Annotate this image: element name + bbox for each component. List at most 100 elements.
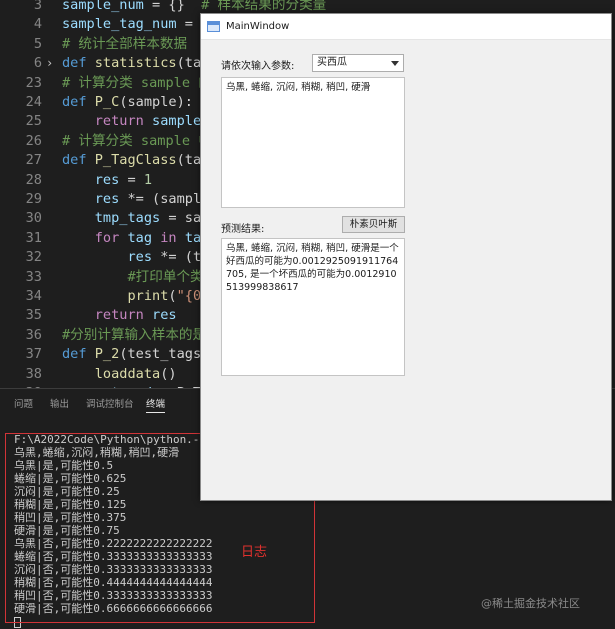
code-token: P_C: [94, 94, 120, 110]
result-label: 预测结果:: [221, 224, 265, 235]
line-number: 35: [25, 307, 42, 324]
code-token: return: [94, 113, 153, 130]
combobox-value: 买西瓜: [317, 57, 347, 68]
tab-output[interactable]: 输出: [50, 396, 69, 410]
code-token: tmp_tags: [94, 210, 161, 227]
main-window: MainWindow 请依次输入参数: 买西瓜 乌黑, 蜷缩, 沉闷, 稍糊, …: [200, 13, 612, 501]
code-text: # 计算分类 sample 的: [62, 74, 212, 93]
chevron-right-icon[interactable]: ›: [46, 54, 53, 73]
screenshot-root: 3 sample_num = {} # 样本结果的分类量 4 sample_tag_n…: [0, 0, 615, 629]
input-label: 请依次输入参数:: [221, 61, 295, 72]
code-token: (: [168, 288, 177, 304]
code-token: return: [94, 307, 153, 324]
code-token: (sample):: [119, 94, 193, 110]
line-number: 3: [33, 0, 42, 13]
line-number: 24: [25, 94, 42, 110]
code-token: # 统计全部样本数据: [62, 35, 188, 52]
code-text: def P_2(test_tags): [62, 345, 209, 364]
code-token: P_TagClass: [94, 152, 177, 169]
code-token: = {}: [143, 0, 202, 13]
line-number: 33: [25, 268, 42, 285]
code-token: def: [62, 55, 95, 72]
line-number: 38: [25, 365, 42, 382]
code-token: sample_tag_num: [62, 16, 177, 33]
code-text: print("{0}: [62, 287, 209, 306]
code-text: for tag in tag: [62, 229, 210, 248]
code-text: res *= (sample: [62, 190, 210, 209]
code-text: res *= (tm: [62, 248, 209, 267]
code-text: return res: [62, 306, 177, 325]
line-number: 6: [33, 55, 42, 72]
code-token: # 计算分类 sample 的: [62, 74, 212, 91]
watermark: @稀土掘金技术社区: [481, 597, 580, 610]
code-token: res: [94, 171, 120, 188]
code-token: print: [127, 288, 169, 304]
window-title: MainWindow: [226, 21, 290, 32]
line-number: 25: [25, 113, 42, 130]
code-token: def: [62, 94, 95, 110]
code-token: =: [119, 171, 144, 188]
line-number: 28: [25, 171, 42, 188]
code-token: loaddata: [94, 365, 161, 382]
naive-bayes-button[interactable]: 朴素贝叶斯: [342, 216, 405, 233]
line-number: 5: [33, 35, 42, 52]
code-text: #分别计算输入样本的是: [62, 326, 206, 345]
code-token: def: [62, 346, 95, 363]
code-token: sample_num: [62, 0, 144, 13]
code-text: #打印单个类: [62, 268, 204, 287]
code-token: #打印单个类: [127, 268, 204, 285]
code-text: return sample_: [62, 112, 210, 131]
code-token: in: [152, 229, 185, 246]
tab-terminal[interactable]: 终端: [146, 396, 166, 413]
code-text: # 统计全部样本数据: [62, 35, 187, 54]
line-number: 31: [25, 229, 42, 246]
code-text: def P_C(sample):: [62, 93, 193, 112]
line-number: 32: [25, 249, 42, 266]
code-token: #分别计算输入样本的是: [62, 326, 207, 343]
line-number: 4: [33, 16, 42, 33]
code-text: sample_tag_num = {: [62, 15, 209, 34]
code-text: loaddata(): [62, 365, 177, 384]
line-number: 37: [25, 346, 42, 363]
code-token: res: [127, 249, 153, 266]
line-number: 26: [25, 132, 42, 149]
code-token: def: [62, 152, 95, 169]
line-number: 36: [25, 326, 42, 343]
code-token: (): [160, 365, 177, 382]
window-icon: [207, 21, 220, 32]
input-textarea[interactable]: 乌黑, 蜷缩, 沉闷, 稍糊, 稍凹, 硬滑: [221, 77, 405, 208]
line-number: 23: [25, 74, 42, 91]
code-token: (test_tags): [119, 346, 210, 363]
line-number: 27: [25, 152, 42, 169]
code-token: for: [94, 229, 128, 246]
product-combobox[interactable]: 买西瓜: [312, 54, 404, 72]
tab-debug-console[interactable]: 调试控制台: [86, 396, 134, 410]
tab-problems[interactable]: 问题: [14, 396, 33, 410]
code-text: res = 1: [62, 171, 152, 190]
code-token: # 样本结果的分类量: [201, 0, 327, 13]
result-textarea[interactable]: 乌黑, 蜷缩, 沉闷, 稍糊, 稍凹, 硬滑是一个好西瓜的可能为0.001292…: [221, 238, 405, 376]
line-number: 30: [25, 210, 42, 227]
code-token: res: [152, 307, 177, 324]
code-token: res: [94, 191, 120, 207]
code-token: P_2: [94, 346, 120, 363]
chevron-down-icon: [391, 61, 399, 66]
code-token: # 计算分类 sample 中: [62, 132, 212, 149]
code-text: def statistics(tag: [62, 54, 209, 73]
line-number: 29: [25, 191, 42, 207]
code-token: 1: [143, 171, 153, 188]
code-token: *= (sample: [119, 191, 210, 207]
code-text: tmp_tags = sam: [62, 209, 210, 228]
line-number: 34: [25, 288, 42, 304]
window-titlebar[interactable]: MainWindow: [201, 14, 611, 40]
code-token: statistics: [94, 55, 177, 72]
